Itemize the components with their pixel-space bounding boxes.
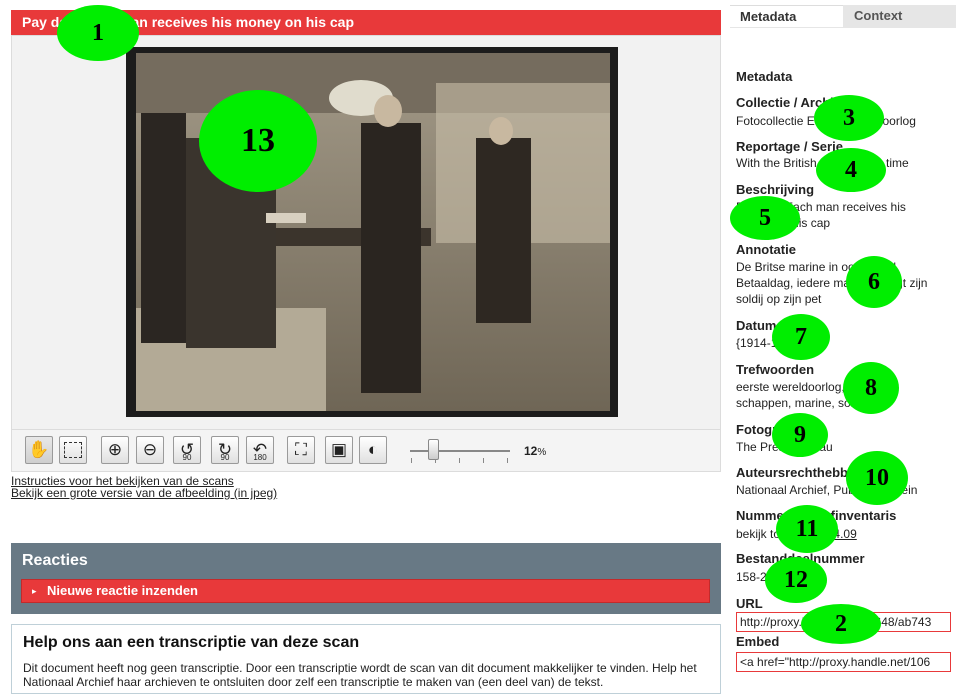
field-value-datum: {1914-1918} [736,336,802,350]
zoom-out-icon: ⊖ [142,440,158,459]
url-label: URL [736,596,763,611]
rotate-180-degree-label: 180 [253,453,267,462]
full-button[interactable]: ▣ [325,436,353,464]
marker-12: 12 [765,557,827,603]
new-reaction-button[interactable]: Nieuwe reactie inzenden [21,579,710,603]
marker-13: 13 [199,90,317,192]
scanned-photograph[interactable] [136,53,610,411]
transcript-title: Help ons aan een transcriptie van deze s… [23,634,360,651]
zoom-unit: % [537,447,547,458]
marker-2: 2 [801,604,881,644]
marker-7: 7 [772,314,830,360]
field-label-datum: Datum [736,318,777,333]
rotate-left-button[interactable]: ↺ 90 [173,436,201,464]
zoom-level: 12% [524,444,546,458]
hand-icon: ✋ [28,440,50,459]
field-value-annotatie: De Britse marine in oorlogstijd. Betaald… [736,260,928,306]
fit-button[interactable]: ⛶ [287,436,315,464]
embed-field[interactable]: <a href="http://proxy.handle.net/106 [736,652,951,672]
marker-9: 9 [772,413,828,457]
metadata-heading: Metadata [736,69,793,84]
marker-1: 1 [57,5,139,61]
transcript-text: Dit document heeft nog geen transcriptie… [23,661,697,689]
zoom-in-button[interactable]: ⊕ [101,436,129,464]
zoom-value: 12 [524,444,538,458]
field-value-fotograaf: The Press Bureau [736,440,833,454]
marker-4: 4 [816,148,886,192]
fit-screen-icon: ⛶ [295,440,307,459]
rotate-left-degree-label: 90 [182,453,192,462]
zoom-slider-track[interactable] [410,450,510,452]
slider-tick [411,458,412,463]
rotate-right-degree-label: 90 [220,453,230,462]
field-value-nummer: bekijk toegang 2.24.09 [736,526,956,542]
marker-5: 5 [730,196,800,240]
field-label-annotatie: Annotatie [736,242,796,257]
slider-tick [459,458,460,463]
photo-illustration [136,53,610,411]
field-label-trefwoorden: Trefwoorden [736,362,815,377]
zoom-out-button[interactable]: ⊖ [136,436,164,464]
pan-button[interactable]: ✋ [25,436,53,464]
rotate-180-button[interactable]: ↶ 180 [246,436,274,464]
marker-10: 10 [846,451,908,505]
slider-tick [483,458,484,463]
marker-3: 3 [814,95,884,141]
contrast-button[interactable]: ◐ [359,436,387,464]
tab-metadata[interactable]: Metadata [730,5,843,27]
select-button[interactable] [59,436,87,464]
field-label-beschrijving: Beschrijving [736,182,815,197]
marquee-icon [64,442,82,458]
contrast-icon: ◐ [367,440,379,459]
rotate-right-button[interactable]: ↻ 90 [211,436,239,464]
arrow-right-icon: ▸ [32,586,37,596]
reacties-title: Reacties [22,552,88,569]
embed-label: Embed [736,634,780,649]
tab-context[interactable]: Context [843,5,956,27]
marker-6: 6 [846,256,902,308]
large-jpeg-link[interactable]: Bekijk een grote versie van de afbeeldin… [11,486,277,500]
slider-tick [507,458,508,463]
field-label-reportage: Reportage / Serie [736,139,843,154]
tab-divider [730,27,956,28]
zoom-slider-thumb[interactable] [428,439,439,460]
fullsize-icon: ▣ [330,440,348,459]
zoom-in-icon: ⊕ [107,440,123,459]
marker-11: 11 [776,505,838,553]
marker-8: 8 [843,362,899,414]
